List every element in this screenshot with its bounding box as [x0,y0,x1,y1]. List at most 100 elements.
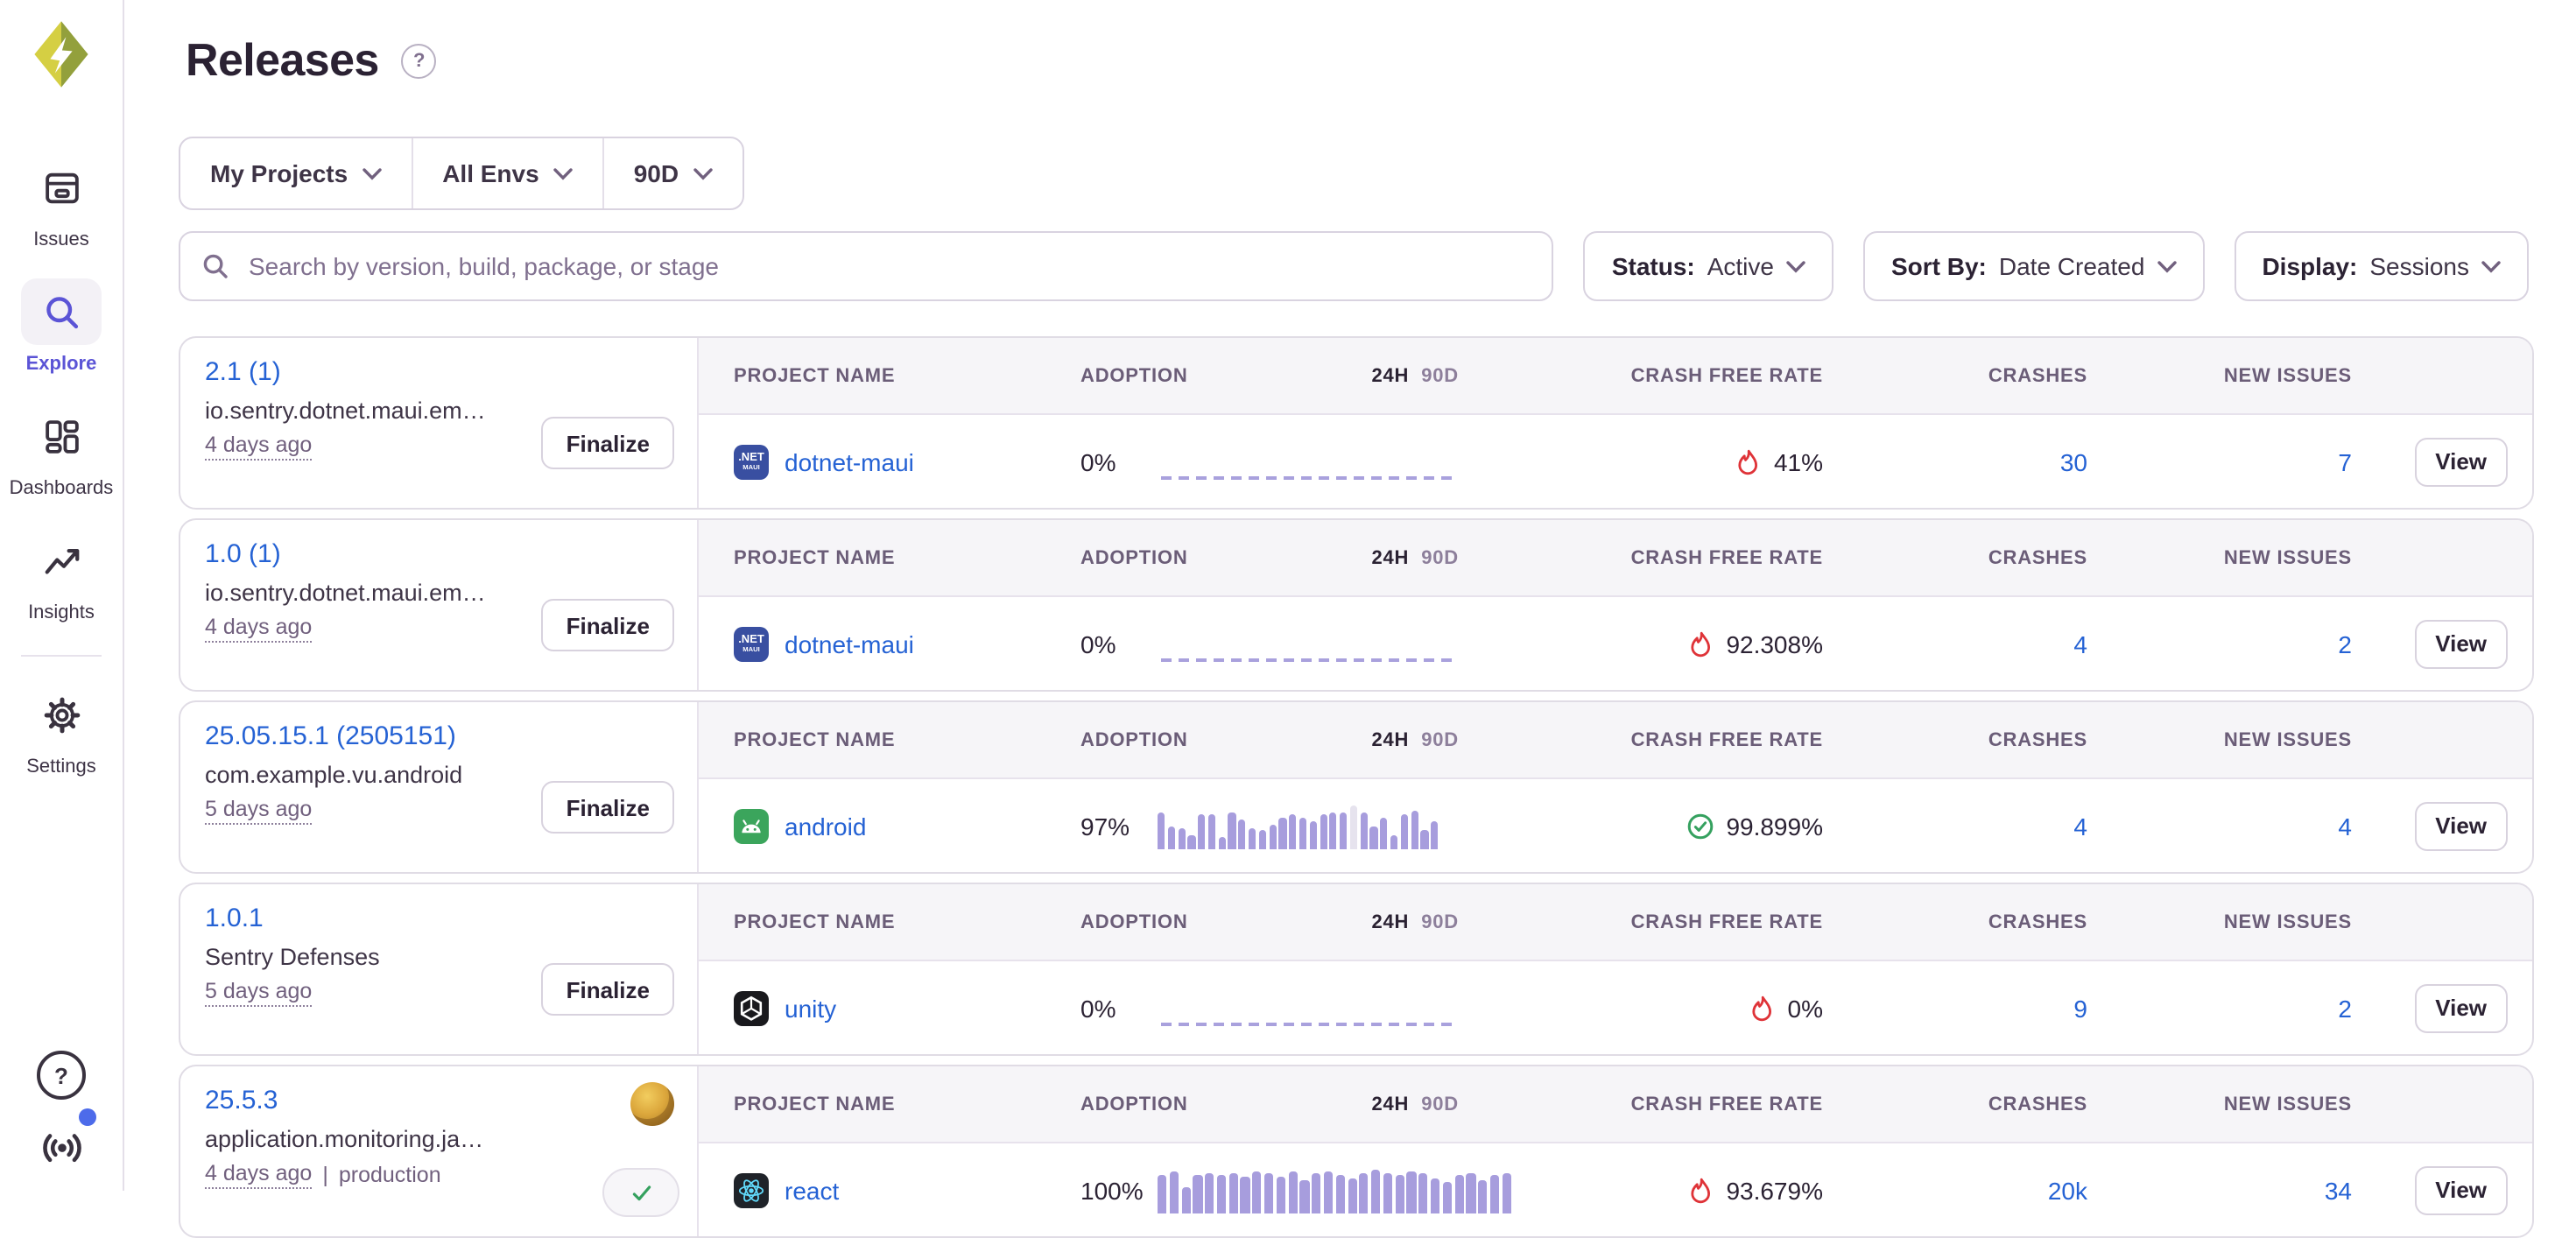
range-90d-toggle[interactable]: 90D [1421,729,1459,750]
dotnet-icon: .NETMAUI [734,626,769,661]
sidebar-item-settings[interactable]: Settings [0,681,123,777]
crashes-count-link[interactable]: 4 [2073,630,2087,658]
adoption-bar [1253,1171,1262,1213]
page-help-icon[interactable]: ? [402,43,437,78]
control-display-dropdown[interactable]: Display: Sessions [2234,231,2529,301]
new-issues-count-link[interactable]: 2 [2338,630,2352,658]
help-icon[interactable]: ? [37,1051,86,1100]
col-new-issues: New Issues [2224,911,2352,932]
view-button[interactable]: View [2414,437,2508,486]
table-header-row: Project Name Adoption 24H 90D Crash Free… [699,1066,2532,1143]
crashes-count-link[interactable]: 20k [2048,1176,2087,1204]
sidebar-item-explore[interactable]: Explore [0,278,123,375]
scope-filter-1[interactable]: All Envs [411,138,602,208]
chevron-down-icon [553,167,573,179]
new-issues-count-link[interactable]: 4 [2338,812,2352,840]
finalize-button[interactable]: Finalize [542,417,674,469]
table-header-row: Project Name Adoption 24H 90D Crash Free… [699,338,2532,415]
control-status-dropdown[interactable]: Status: Active [1584,231,1833,301]
notification-dot [78,1108,95,1126]
new-issues-count-link[interactable]: 7 [2338,447,2352,475]
finalized-check-pill[interactable] [602,1168,679,1217]
project-link[interactable]: unity [785,994,836,1022]
crashes-count-link[interactable]: 4 [2073,812,2087,840]
range-24h-toggle[interactable]: 24H [1371,547,1409,568]
range-toggle: 24H 90D [1371,911,1459,932]
sentry-logo[interactable] [30,19,93,98]
adoption-bar [1350,805,1357,848]
fire-icon [1734,447,1762,475]
search-input[interactable] [245,250,1531,282]
release-age: 4 days ago [205,615,312,643]
dotnet-icon: .NETMAUI [734,444,769,479]
sidebar-item-label: Explore [26,354,97,375]
scope-filter-2[interactable]: 90D [602,138,742,208]
adoption-bar [1380,817,1387,848]
crashes-count-link[interactable]: 9 [2073,994,2087,1022]
range-90d-toggle[interactable]: 90D [1421,365,1459,386]
view-button[interactable]: View [2414,983,2508,1032]
sidebar-item-insights[interactable]: Insights [0,527,123,623]
view-cell: View [2414,983,2532,1032]
sidebar-item-dashboards[interactable]: Dashboards [0,403,123,499]
release-card: 2.1 (1) io.sentry.dotnet.maui.em… 4 days… [179,336,2534,510]
adoption-bar [1300,1179,1309,1213]
crashes-count-link[interactable]: 30 [2060,447,2087,475]
col-crashes: Crashes [1988,1094,2087,1115]
table-body-row: unity 0% 0% 9 2 View [699,961,2532,1054]
new-issues-count-link[interactable]: 34 [2325,1176,2352,1204]
control-value: Date Created [1999,252,2145,280]
control-sortby-dropdown[interactable]: Sort By: Date Created [1863,231,2204,301]
project-link[interactable]: dotnet-maui [785,447,914,475]
sidebar-footer: ? [0,1051,123,1177]
col-adoption: Adoption 24H 90D [1080,547,1529,568]
no-adoption-dashed-line [1161,475,1452,479]
sidebar-item-issues[interactable]: Issues [0,154,123,250]
col-new-issues: New Issues [2224,729,2352,750]
release-version-link[interactable]: 1.0 (1) [205,539,281,569]
release-version-link[interactable]: 1.0.1 [205,904,264,933]
project-link[interactable]: react [785,1176,839,1204]
adoption-cell: 0% [1080,985,1529,1030]
release-card: 25.05.15.1 (2505151) com.example.vu.andr… [179,700,2534,874]
range-24h-toggle[interactable]: 24H [1371,365,1409,386]
chevron-down-icon [1786,260,1805,272]
table-body-row: .NETMAUI dotnet-maui 0% 41% 30 7 View [699,415,2532,508]
crash-free-value: 41% [1774,447,1823,475]
release-table: Project Name Adoption 24H 90D Crash Free… [699,338,2532,508]
project-cell: react [734,1172,1080,1207]
adoption-bar [1390,834,1397,848]
release-info-panel: 2.1 (1) io.sentry.dotnet.maui.em… 4 days… [180,338,699,508]
project-link[interactable]: android [785,812,866,840]
scope-filter-0[interactable]: My Projects [180,138,411,208]
range-90d-toggle[interactable]: 90D [1421,911,1459,932]
release-version-link[interactable]: 2.1 (1) [205,357,281,387]
chevron-down-icon [693,167,712,179]
release-version-link[interactable]: 25.5.3 [205,1086,278,1115]
col-adoption-label: Adoption [1080,911,1188,932]
finalize-button[interactable]: Finalize [542,599,674,651]
range-24h-toggle[interactable]: 24H [1371,1094,1409,1115]
finalize-button[interactable]: Finalize [542,963,674,1016]
release-table: Project Name Adoption 24H 90D Crash Free… [699,884,2532,1054]
new-issues-count-link[interactable]: 2 [2338,994,2352,1022]
range-90d-toggle[interactable]: 90D [1421,1094,1459,1115]
project-link[interactable]: dotnet-maui [785,630,914,658]
control-label: Display: [2262,252,2357,280]
view-button[interactable]: View [2414,1165,2508,1214]
android-icon [734,808,769,843]
col-crash-free-rate: Crash Free Rate [1631,365,1823,386]
adoption-bar [1277,1176,1285,1213]
view-button[interactable]: View [2414,801,2508,850]
finalize-button[interactable]: Finalize [542,781,674,834]
whats-new-button[interactable] [38,1121,85,1177]
view-button[interactable]: View [2414,619,2508,668]
range-24h-toggle[interactable]: 24H [1371,911,1409,932]
release-version-link[interactable]: 25.05.15.1 (2505151) [205,721,456,751]
col-new-issues: New Issues [2224,1094,2352,1115]
range-90d-toggle[interactable]: 90D [1421,547,1459,568]
adoption-bar [1431,820,1438,848]
chevron-down-icon [2481,260,2501,272]
col-project-name: Project Name [734,1094,1080,1115]
range-24h-toggle[interactable]: 24H [1371,729,1409,750]
